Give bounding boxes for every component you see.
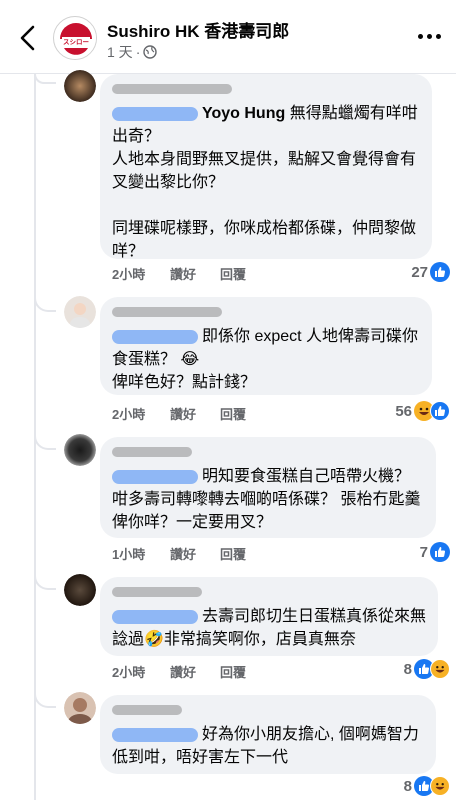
blurred-mention[interactable] bbox=[112, 106, 198, 121]
avatar[interactable] bbox=[64, 70, 96, 102]
post-header: スシロー Sushiro HK 香港壽司郎 1 天 · bbox=[0, 0, 456, 74]
page-name[interactable]: Sushiro HK 香港壽司郎 bbox=[107, 17, 289, 42]
blurred-author-name[interactable] bbox=[112, 587, 202, 597]
avatar[interactable] bbox=[64, 434, 96, 466]
comment-text: Yoyo Hung 無得點蠟燭有咩咁出奇？ 人地本身間野無叉提供，點解又會覺得會… bbox=[112, 102, 420, 263]
thread-branch bbox=[34, 290, 56, 312]
comment-time[interactable]: 2小時 bbox=[112, 264, 170, 283]
blurred-mention[interactable] bbox=[112, 329, 198, 344]
page-avatar[interactable]: スシロー bbox=[53, 16, 97, 60]
comment-text: 去壽司郎切生日蛋糕真係從來無諗過🤣非常搞笑啊你，店員真無奈 bbox=[112, 605, 426, 651]
like-icon bbox=[430, 262, 450, 282]
comment-time[interactable]: 2小時 bbox=[112, 404, 170, 423]
like-button[interactable]: 讚好 bbox=[170, 662, 220, 681]
logo-text: スシロー bbox=[63, 38, 89, 46]
reaction-summary[interactable]: 7 bbox=[420, 542, 450, 562]
blurred-author-name[interactable] bbox=[112, 447, 192, 457]
reaction-count: 8 bbox=[403, 660, 412, 678]
post-time: 1 天 bbox=[107, 44, 133, 60]
reply-button[interactable]: 回覆 bbox=[220, 662, 246, 681]
comment-time[interactable]: 2小時 bbox=[112, 662, 170, 681]
post-meta: 1 天 · bbox=[107, 42, 158, 62]
avatar[interactable] bbox=[64, 296, 96, 328]
comment-bubble[interactable]: Yoyo Hung 無得點蠟燭有咩咁出奇？ 人地本身間野無叉提供，點解又會覺得會… bbox=[100, 74, 432, 260]
comment-body: Yoyo Hung 無得點蠟燭有咩咁出奇？ 人地本身間野無叉提供，點解又會覺得會… bbox=[112, 105, 418, 260]
comment-actions: 1小時 讚好 回覆 bbox=[112, 544, 246, 563]
comment-actions: 2小時 讚好 回覆 bbox=[112, 404, 246, 423]
blurred-mention[interactable] bbox=[112, 727, 198, 742]
reply-button[interactable]: 回覆 bbox=[220, 404, 246, 423]
more-options-icon[interactable] bbox=[418, 26, 442, 46]
comment-time[interactable]: 1小時 bbox=[112, 544, 170, 563]
thread-branch bbox=[34, 428, 56, 450]
reply-button[interactable]: 回覆 bbox=[220, 544, 246, 563]
reaction-count: 8 bbox=[403, 777, 412, 795]
like-icon bbox=[430, 401, 450, 421]
blurred-mention[interactable] bbox=[112, 609, 198, 624]
avatar[interactable] bbox=[64, 692, 96, 724]
comment-bubble[interactable]: 即係你 expect 人地俾壽司碟你食蛋糕？ 😂 俾咩色好？點計錢？ bbox=[100, 297, 432, 395]
reaction-summary[interactable]: 27 bbox=[411, 262, 450, 282]
reaction-count: 27 bbox=[411, 263, 428, 281]
thread-branch bbox=[34, 74, 56, 84]
reply-button[interactable]: 回覆 bbox=[220, 264, 246, 283]
like-button[interactable]: 讚好 bbox=[170, 544, 220, 563]
sushiro-logo: スシロー bbox=[55, 18, 96, 59]
like-button[interactable]: 讚好 bbox=[170, 264, 220, 283]
back-arrow-icon[interactable] bbox=[14, 22, 42, 54]
comment-actions: 2小時 讚好 回覆 bbox=[112, 264, 246, 283]
mentioned-user-name[interactable]: Yoyo Hung bbox=[202, 105, 285, 122]
comment-actions: 2小時 讚好 回覆 bbox=[112, 662, 246, 681]
blurred-author-name[interactable] bbox=[112, 705, 182, 715]
comment-text: 明知要食蛋糕自己唔帶火機？ 咁多壽司轉嚟轉去嗰啲唔係碟？ 張枱冇匙羹俾你咩？一定… bbox=[112, 465, 424, 534]
globe-icon bbox=[143, 45, 158, 59]
comment-bubble[interactable]: 去壽司郎切生日蛋糕真係從來無諗過🤣非常搞笑啊你，店員真無奈 bbox=[100, 577, 438, 656]
thread-branch bbox=[34, 568, 56, 590]
blurred-author-name[interactable] bbox=[112, 307, 222, 317]
like-icon bbox=[430, 542, 450, 562]
comment-text: 即係你 expect 人地俾壽司碟你食蛋糕？ 😂 俾咩色好？點計錢？ bbox=[112, 325, 420, 394]
reaction-summary[interactable]: 8 bbox=[404, 776, 450, 796]
avatar[interactable] bbox=[64, 574, 96, 606]
reaction-count: 7 bbox=[419, 543, 428, 561]
like-button[interactable]: 讚好 bbox=[170, 404, 220, 423]
blurred-mention[interactable] bbox=[112, 469, 198, 484]
comment-bubble[interactable]: 明知要食蛋糕自己唔帶火機？ 咁多壽司轉嚟轉去嗰啲唔係碟？ 張枱冇匙羹俾你咩？一定… bbox=[100, 437, 436, 538]
blurred-author-name[interactable] bbox=[112, 84, 232, 94]
reaction-count: 56 bbox=[395, 402, 412, 420]
comment-bubble[interactable]: 好為你小朋友擔心, 個啊媽智力低到咁，唔好害左下一代 bbox=[100, 695, 436, 774]
reaction-summary[interactable]: 8 bbox=[404, 659, 450, 679]
haha-icon bbox=[430, 659, 450, 679]
comment-text: 好為你小朋友擔心, 個啊媽智力低到咁，唔好害左下一代 bbox=[112, 723, 424, 769]
thread-branch bbox=[34, 686, 56, 708]
reaction-summary[interactable]: 56 bbox=[395, 401, 450, 421]
haha-icon bbox=[430, 776, 450, 796]
